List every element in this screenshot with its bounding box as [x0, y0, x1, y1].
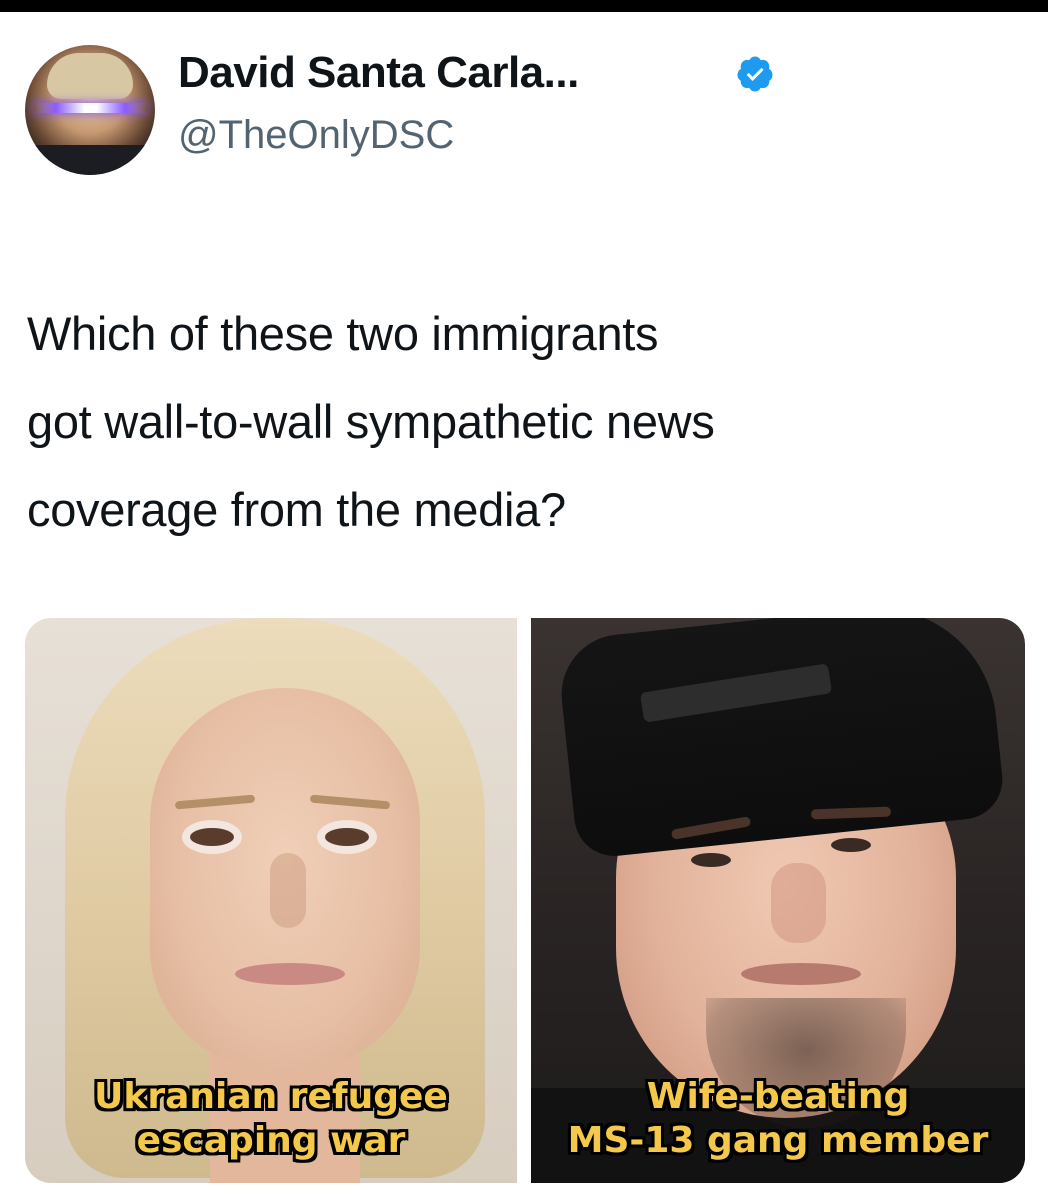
eye [190, 828, 234, 846]
photo-right[interactable]: Wife-beating MS-13 gang member [531, 618, 1025, 1183]
eye [831, 838, 871, 852]
caption-left: Ukranian refugee escaping war [25, 1075, 517, 1163]
caption-line: escaping war [136, 1120, 406, 1161]
tweet-text: Which of these two immigrants got wall-t… [27, 290, 1027, 554]
avatar[interactable] [25, 45, 155, 175]
avatar-shirt [25, 145, 155, 175]
tweet-text-line: coverage from the media? [27, 483, 566, 536]
nose [270, 853, 306, 928]
author-handle[interactable]: @TheOnlyDSC [178, 113, 454, 158]
caption-line: MS-13 gang member [567, 1120, 989, 1161]
caption-line: Ukranian refugee [94, 1076, 448, 1117]
tweet-text-line: Which of these two immigrants [27, 307, 659, 360]
author-display-name[interactable]: David Santa Carla... [178, 48, 579, 98]
photo-left[interactable]: Ukranian refugee escaping war [25, 618, 517, 1183]
top-border [0, 0, 1048, 12]
verified-badge-icon [737, 56, 773, 92]
caption-right: Wife-beating MS-13 gang member [531, 1075, 1025, 1163]
mouth [235, 963, 345, 985]
eye [325, 828, 369, 846]
tweet-media[interactable]: Ukranian refugee escaping war Wife-beati… [25, 618, 1025, 1183]
tweet-text-line: got wall-to-wall sympathetic news [27, 395, 715, 448]
nose [771, 863, 826, 943]
caption-line: Wife-beating [646, 1076, 910, 1117]
avatar-laser-eyes [33, 103, 148, 113]
avatar-hair [47, 53, 133, 99]
eye [691, 853, 731, 867]
mouth [741, 963, 861, 985]
